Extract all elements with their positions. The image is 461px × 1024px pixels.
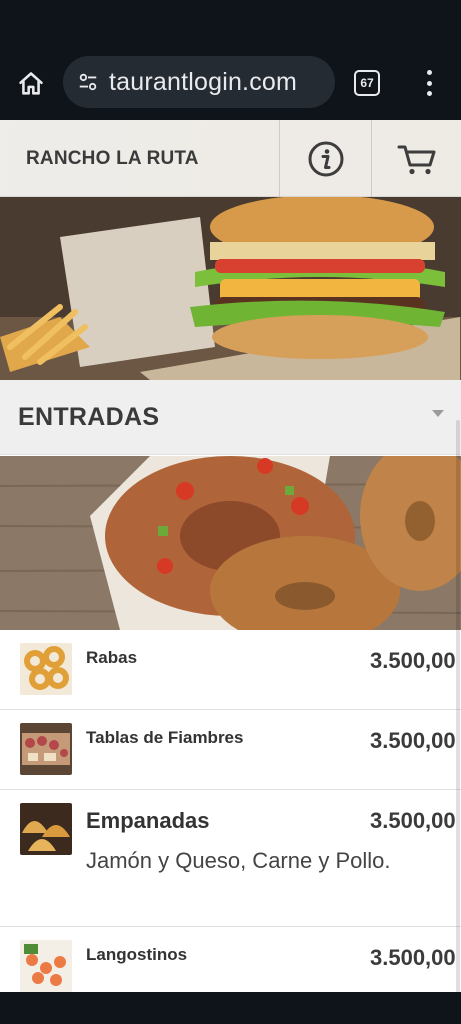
item-thumbnail-tablas-de-fiambres <box>20 723 72 775</box>
item-name: Langostinos <box>86 945 188 964</box>
item-thumbnail-rabas <box>20 643 72 695</box>
tabs-icon[interactable]: 67 <box>354 70 380 96</box>
info-button[interactable] <box>279 120 371 197</box>
item-name: Rabas <box>86 648 138 667</box>
menu-item[interactable]: Tablas de Fiambres 3.500,00 <box>0 710 461 790</box>
item-price: 3.500,00 <box>370 945 456 970</box>
more-vert-icon[interactable] <box>418 66 440 100</box>
browser-toolbar: taurantlogin.com 67 <box>0 50 461 120</box>
cart-icon <box>397 145 435 174</box>
system-nav-bar <box>0 992 461 1024</box>
status-bar <box>0 0 461 50</box>
hero-image-burger <box>0 197 461 380</box>
address-bar[interactable]: taurantlogin.com <box>63 56 335 108</box>
item-price: 3.500,00 <box>370 808 456 833</box>
menu-item[interactable]: Empanadas 3.500,00 Jamón y Queso, Carne … <box>0 790 461 927</box>
item-price: 3.500,00 <box>370 728 456 753</box>
menu-item[interactable]: Langostinos 3.500,00 <box>0 927 461 992</box>
page-scrollbar[interactable] <box>456 420 460 992</box>
home-button[interactable] <box>14 67 48 101</box>
menu-item[interactable]: Rabas 3.500,00 <box>0 630 461 710</box>
item-price: 3.500,00 <box>370 648 456 673</box>
home-icon <box>19 72 43 95</box>
site-settings-icon[interactable] <box>75 69 101 95</box>
category-image-bagels <box>0 456 461 630</box>
item-description: Jamón y Queso, Carne y Pollo. <box>86 848 391 873</box>
menu-list: Rabas 3.500,00 Tablas de Fiambres 3.500,… <box>0 630 461 992</box>
category-title: ENTRADAS <box>18 402 160 431</box>
web-page: RANCHO LA RUTA ENTRADAS Rabas 3.500,00 T… <box>0 120 461 992</box>
caret-down-icon <box>432 410 444 417</box>
site-brand[interactable]: RANCHO LA RUTA <box>0 120 279 197</box>
item-name: Empanadas <box>86 808 210 833</box>
site-header: RANCHO LA RUTA <box>0 120 461 197</box>
item-thumbnail-langostinos <box>20 940 72 992</box>
item-name: Tablas de Fiambres <box>86 728 244 747</box>
url-text: taurantlogin.com <box>109 67 298 96</box>
category-header[interactable]: ENTRADAS <box>0 380 461 455</box>
info-icon <box>308 141 343 176</box>
cart-button[interactable] <box>371 120 461 197</box>
